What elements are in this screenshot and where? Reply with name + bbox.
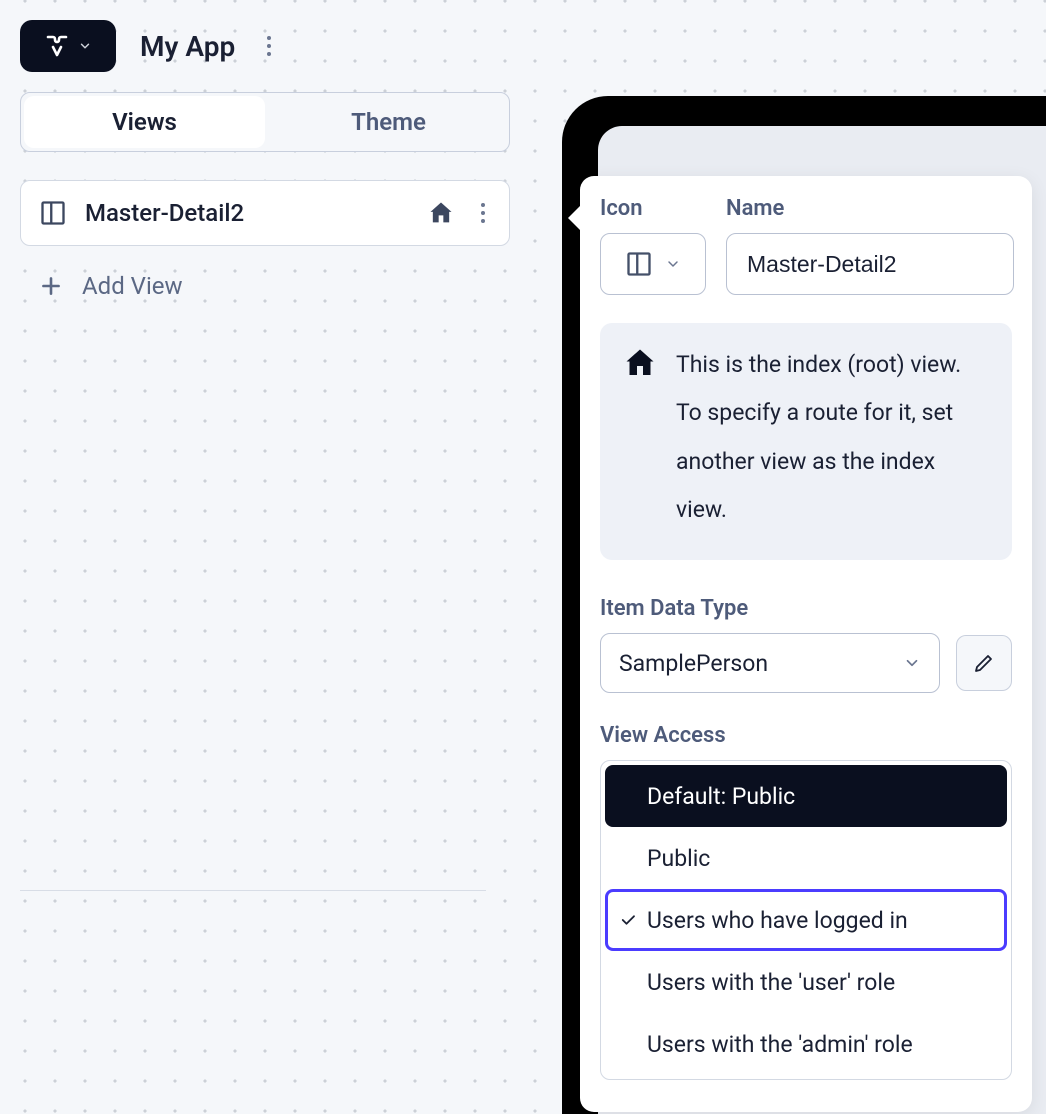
access-option-default-public[interactable]: Default: Public <box>605 765 1007 827</box>
left-panel: My App Views Theme Master-Detail2 Add Vi… <box>20 20 510 312</box>
check-icon <box>619 911 637 929</box>
access-option-public[interactable]: Public <box>605 827 1007 889</box>
view-name-input[interactable] <box>726 233 1014 295</box>
tab-views[interactable]: Views <box>24 96 265 148</box>
columns-icon <box>625 250 653 278</box>
item-data-type-value: SamplePerson <box>619 650 768 677</box>
view-access-dropdown: Default: Public Public Users who have lo… <box>600 760 1012 1080</box>
view-item-more-menu[interactable] <box>473 195 493 231</box>
add-view-label: Add View <box>82 272 183 300</box>
view-list-item[interactable]: Master-Detail2 <box>20 180 510 246</box>
app-switcher-button[interactable] <box>20 20 116 72</box>
icon-label: Icon <box>600 196 706 221</box>
view-access-section: View Access Default: Public Public Users… <box>600 723 1012 1080</box>
index-view-info-box: This is the index (root) view. To specif… <box>600 323 1012 560</box>
view-item-name: Master-Detail2 <box>85 199 409 227</box>
access-option-admin-role[interactable]: Users with the 'admin' role <box>605 1013 1007 1075</box>
name-field: Name <box>726 196 1014 295</box>
access-option-label: Users who have logged in <box>647 907 908 934</box>
add-view-button[interactable]: Add View <box>20 260 510 312</box>
pencil-icon <box>972 651 996 675</box>
tab-theme[interactable]: Theme <box>268 93 509 151</box>
left-divider <box>20 890 486 891</box>
plus-icon <box>38 273 64 299</box>
chevron-down-icon <box>78 39 92 53</box>
info-text: This is the index (root) view. To specif… <box>676 341 990 534</box>
app-header: My App <box>20 20 510 72</box>
edit-data-type-button[interactable] <box>956 635 1012 691</box>
view-settings-popover: Icon Name This is the index (root) view.… <box>580 176 1032 1112</box>
app-more-menu[interactable] <box>259 28 279 64</box>
vaadin-logo-icon <box>44 34 70 58</box>
home-icon <box>622 345 658 534</box>
item-data-type-section: Item Data Type SamplePerson <box>600 596 1012 693</box>
chevron-down-icon <box>665 256 681 272</box>
icon-picker[interactable] <box>600 233 706 295</box>
item-data-type-label: Item Data Type <box>600 596 1012 621</box>
access-option-user-role[interactable]: Users with the 'user' role <box>605 951 1007 1013</box>
item-data-type-select[interactable]: SamplePerson <box>600 633 940 693</box>
view-access-label: View Access <box>600 723 1012 748</box>
app-title: My App <box>140 30 235 63</box>
home-icon <box>427 199 455 227</box>
name-label: Name <box>726 196 1014 221</box>
tabs: Views Theme <box>20 92 510 152</box>
chevron-down-icon <box>903 654 921 672</box>
columns-icon <box>39 199 67 227</box>
icon-field: Icon <box>600 196 706 295</box>
access-option-logged-in[interactable]: Users who have logged in <box>605 889 1007 951</box>
